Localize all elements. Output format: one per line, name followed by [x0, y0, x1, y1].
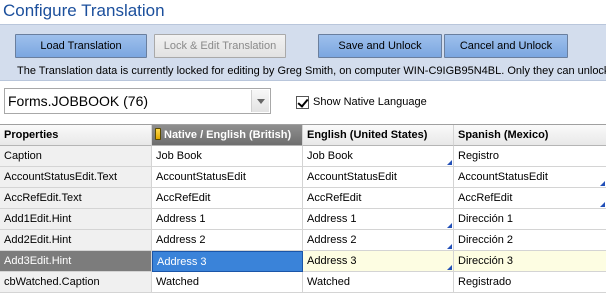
es-mx-cell[interactable]: Dirección 2	[454, 230, 606, 251]
native-cell[interactable]: Job Book	[152, 146, 303, 167]
es-mx-cell[interactable]: Registro	[454, 146, 606, 167]
native-cell[interactable]: Address 1	[152, 209, 303, 230]
form-selector-value: Forms.JOBBOOK (76)	[8, 93, 149, 109]
show-native-language-label: Show Native Language	[313, 96, 427, 108]
native-cell[interactable]: AccountStatusEdit	[152, 167, 303, 188]
table-row[interactable]: AccRefEdit.Text AccRefEdit AccRefEdit Ac…	[0, 188, 606, 209]
load-translation-button[interactable]: Load Translation	[15, 34, 147, 58]
property-cell[interactable]: Add2Edit.Hint	[0, 230, 152, 251]
table-row-selected[interactable]: Add3Edit.Hint Address 3 Address 3 Direcc…	[0, 251, 606, 272]
lock-status-message: The Translation data is currently locked…	[17, 65, 606, 77]
column-header-properties[interactable]: Properties	[0, 125, 152, 146]
form-selector-dropdown[interactable]: Forms.JOBBOOK (76)	[4, 88, 271, 114]
grid-header-row: Properties Native / English (British) En…	[0, 125, 606, 146]
table-row[interactable]: AccountStatusEdit.Text AccountStatusEdit…	[0, 167, 606, 188]
property-cell[interactable]: Caption	[0, 146, 152, 167]
column-header-native[interactable]: Native / English (British)	[152, 125, 303, 146]
save-and-unlock-button[interactable]: Save and Unlock	[318, 34, 442, 58]
window-title: Configure Translation	[0, 0, 606, 24]
property-cell[interactable]: AccountStatusEdit.Text	[0, 167, 152, 188]
es-mx-cell[interactable]: Dirección 1	[454, 209, 606, 230]
es-mx-cell[interactable]: Dirección 3	[454, 251, 606, 272]
es-mx-cell[interactable]: Registrado	[454, 272, 606, 293]
en-us-cell[interactable]: Watched	[303, 272, 454, 293]
lock-edit-translation-button[interactable]: Lock & Edit Translation	[154, 34, 286, 58]
cancel-and-unlock-button[interactable]: Cancel and Unlock	[444, 34, 568, 58]
chevron-down-icon[interactable]	[251, 90, 269, 112]
native-cell[interactable]: Watched	[152, 272, 303, 293]
native-cell[interactable]: AccRefEdit	[152, 188, 303, 209]
toolbar: Load Translation Lock & Edit Translation…	[0, 24, 606, 81]
options-bar: Forms.JOBBOOK (76) Show Native Language	[0, 82, 606, 124]
column-header-en-us[interactable]: English (United States)	[303, 125, 454, 146]
key-icon	[155, 128, 161, 140]
en-us-cell[interactable]: Address 3	[303, 251, 454, 272]
table-row[interactable]: Add2Edit.Hint Address 2 Address 2 Direcc…	[0, 230, 606, 251]
property-cell[interactable]: Add1Edit.Hint	[0, 209, 152, 230]
property-cell[interactable]: AccRefEdit.Text	[0, 188, 152, 209]
column-header-native-label: Native / English (British)	[164, 129, 292, 141]
column-header-es-mx[interactable]: Spanish (Mexico)	[454, 125, 606, 146]
es-mx-cell[interactable]: AccRefEdit	[454, 188, 606, 209]
es-mx-cell[interactable]: AccountStatusEdit	[454, 167, 606, 188]
native-cell[interactable]: Address 2	[152, 230, 303, 251]
en-us-cell[interactable]: Job Book	[303, 146, 454, 167]
table-row[interactable]: cbWatched.Caption Watched Watched Regist…	[0, 272, 606, 293]
en-us-cell[interactable]: Address 2	[303, 230, 454, 251]
en-us-cell[interactable]: AccRefEdit	[303, 188, 454, 209]
en-us-cell[interactable]: AccountStatusEdit	[303, 167, 454, 188]
translation-grid: Properties Native / English (British) En…	[0, 124, 606, 294]
en-us-cell[interactable]: Address 1	[303, 209, 454, 230]
table-row[interactable]: Add1Edit.Hint Address 1 Address 1 Direcc…	[0, 209, 606, 230]
property-cell[interactable]: Add3Edit.Hint	[0, 251, 152, 272]
show-native-language-checkbox[interactable]	[296, 96, 309, 109]
table-row[interactable]: Caption Job Book Job Book Registro	[0, 146, 606, 167]
native-cell-active[interactable]: Address 3	[152, 251, 303, 272]
property-cell[interactable]: cbWatched.Caption	[0, 272, 152, 293]
